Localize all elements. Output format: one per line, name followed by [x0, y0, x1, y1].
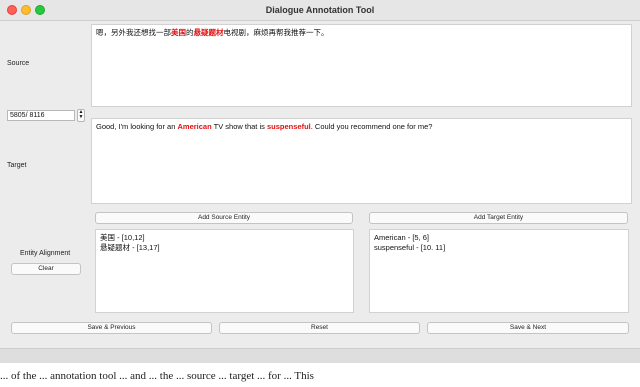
save-previous-button[interactable]: Save & Previous — [11, 322, 212, 334]
target-entity-list[interactable]: American - [5, 6] suspenseful - [10. 11] — [369, 229, 629, 313]
target-text-part: . Could you recommend one for me? — [310, 122, 433, 131]
stepper-down-icon[interactable]: ▼ — [78, 115, 84, 120]
clear-button[interactable]: Clear — [11, 263, 81, 275]
window-bottom-bar — [0, 348, 640, 363]
list-item[interactable]: 悬疑题材 - [13,17] — [100, 243, 349, 253]
target-entity-highlight: suspenseful — [266, 122, 311, 131]
add-source-entity-button[interactable]: Add Source Entity — [95, 212, 353, 224]
reset-button[interactable]: Reset — [219, 322, 420, 334]
source-text-panel[interactable]: 嗯，另外我还想找一部美国的悬疑题材电视剧，麻烦再帮我推荐一下。 — [91, 24, 632, 107]
source-entity-highlight: 美国 — [171, 28, 186, 37]
entity-alignment-label: Entity Alignment — [20, 250, 71, 257]
source-text-part: 的 — [186, 28, 194, 37]
sample-counter-field[interactable]: 5805/ 8116 — [7, 110, 75, 121]
target-text-part: Good, I'm looking for an — [96, 122, 178, 131]
app-window: Dialogue Annotation Tool Source 嗯，另外我还想找… — [0, 0, 640, 363]
source-label: Source — [7, 60, 30, 67]
source-entity-highlight: 悬疑题材 — [193, 28, 224, 37]
list-item[interactable]: suspenseful - [10. 11] — [374, 243, 624, 253]
list-item[interactable]: 美国 - [10,12] — [100, 233, 349, 243]
cropped-caption-text: ... of the ... annotation tool ... and .… — [0, 370, 314, 382]
title-bar: Dialogue Annotation Tool — [0, 0, 640, 21]
source-entity-list[interactable]: 美国 - [10,12] 悬疑题材 - [13,17] — [95, 229, 354, 313]
save-next-button[interactable]: Save & Next — [427, 322, 629, 334]
target-label: Target — [7, 162, 27, 169]
target-entity-highlight: American — [177, 122, 212, 131]
window-title: Dialogue Annotation Tool — [265, 5, 375, 15]
add-target-entity-button[interactable]: Add Target Entity — [369, 212, 628, 224]
source-text-part: 电视剧，麻烦再帮我推荐一下。 — [223, 28, 329, 37]
source-text-part: 嗯，另外我还想找一部 — [96, 28, 171, 37]
counter-stepper[interactable]: ▲ ▼ — [77, 109, 85, 122]
target-text-panel[interactable]: Good, I'm looking for an American TV sho… — [91, 118, 632, 204]
list-item[interactable]: American - [5, 6] — [374, 233, 624, 243]
target-text-part: TV show that is — [211, 122, 267, 131]
